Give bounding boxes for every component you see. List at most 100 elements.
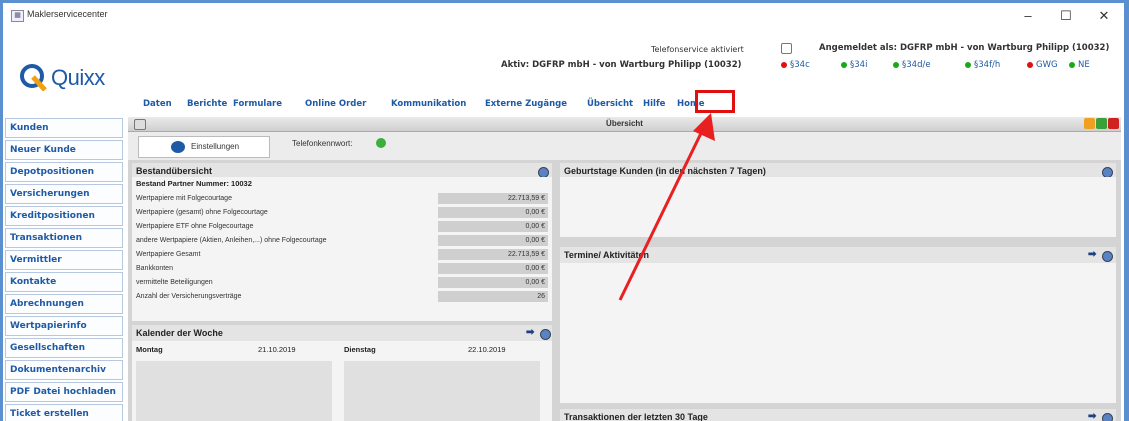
home-highlight-box <box>695 90 735 113</box>
kalender-date-monday: 21.10.2019 <box>258 345 296 354</box>
sidebar-item[interactable]: Wertpapierinfo <box>5 316 123 336</box>
bestand-row: vermittelte Beteiligungen 0,00 € <box>136 277 548 289</box>
bestand-row-label: Wertpapiere mit Folgecourtage <box>136 195 232 202</box>
sidebar-item[interactable]: Kunden <box>5 118 123 138</box>
kalender-column-monday <box>136 361 332 421</box>
bestand-row: Wertpapiere (gesamt) ohne Folgecourtage 0… <box>136 207 548 219</box>
main-title-bar: Übersicht <box>128 117 1121 132</box>
sidebar-item[interactable]: Ticket erstellen <box>5 404 123 421</box>
geburtstage-panel <box>560 177 1116 237</box>
main-title: Übersicht <box>606 119 643 128</box>
status-dot-icon <box>781 61 787 68</box>
bestand-row-value: 22.713,59 € <box>438 193 548 204</box>
menu-item[interactable]: Daten <box>143 99 172 109</box>
menu-item[interactable]: Übersicht <box>587 99 633 109</box>
status-dot-icon <box>1027 61 1033 68</box>
status-label: GWG <box>1036 60 1058 70</box>
bestand-row-label: vermittelte Beteiligungen <box>136 279 213 286</box>
kalender-column-tuesday <box>344 361 540 421</box>
menu-item[interactable]: Online Order <box>305 99 366 109</box>
sidebar-item[interactable]: Kreditpositionen <box>5 206 123 226</box>
sidebar-item[interactable]: Transaktionen <box>5 228 123 248</box>
sidebar-item[interactable]: Versicherungen <box>5 184 123 204</box>
bestand-row: Bankkonten 0,00 € <box>136 263 548 275</box>
menu-item[interactable]: Berichte <box>187 99 227 109</box>
settings-button[interactable]: Einstellungen <box>138 136 270 158</box>
app-window: ▦ Maklerservicecenter – ☐ ✕ Quixx Telefo… <box>3 3 1124 421</box>
bestand-row: Wertpapiere mit Folgecourtage 22.713,59 € <box>136 193 548 205</box>
sidebar-item[interactable]: Gesellschaften <box>5 338 123 358</box>
bestand-row-label: Wertpapiere (gesamt) ohne Folgecourtage <box>136 209 268 216</box>
bestand-row: Anzahl der Versicherungsverträge 26 <box>136 291 548 303</box>
telefonkennwort-label: Telefonkennwort: <box>292 139 353 148</box>
bestand-row: Wertpapiere ETF ohne Folgecourtage 0,00 € <box>136 221 548 233</box>
window-maximize-icon[interactable] <box>1096 118 1107 129</box>
status-label: §34d/e <box>902 60 931 70</box>
termine-help-icon[interactable] <box>1102 251 1113 262</box>
sidebar: Kunden Neuer Kunde Depotpositionen Versiche… <box>3 117 125 421</box>
kalender-forward-icon[interactable]: ➡ <box>526 327 534 338</box>
termine-forward-icon[interactable]: ➡ <box>1088 249 1096 260</box>
sidebar-item[interactable]: Depotpositionen <box>5 162 123 182</box>
status-item: §34i <box>841 60 867 70</box>
status-item: §34f/h <box>965 60 1000 70</box>
status-item: GWG <box>1027 60 1058 70</box>
main-content: Übersicht Einstellungen Telefonkennwort:… <box>128 117 1121 421</box>
bestand-row-value: 0,00 € <box>438 277 548 288</box>
kalender-title: Kalender der Woche <box>132 325 552 341</box>
bestand-row: andere Wertpapiere (Aktien, Anleihen,...… <box>136 235 548 247</box>
kalender-date-tuesday: 22.10.2019 <box>468 345 506 354</box>
status-label: NE <box>1078 60 1090 70</box>
help-green-icon[interactable] <box>376 138 386 148</box>
transaktionen-help-icon[interactable] <box>1102 413 1113 421</box>
bestand-row-label: Wertpapiere ETF ohne Folgecourtage <box>136 223 254 230</box>
menu-item[interactable]: Externe Zugänge <box>485 99 567 109</box>
menu-item[interactable]: Kommunikation <box>391 99 466 109</box>
bestand-row-label: Bankkonten <box>136 265 173 272</box>
menu-item[interactable]: Hilfe <box>643 99 665 109</box>
status-label: §34c <box>790 60 810 70</box>
kalender-day-monday: Montag <box>136 345 163 354</box>
logo-text: Quixx <box>51 65 105 90</box>
telefonservice-label: Telefonservice aktiviert <box>651 45 744 54</box>
bestand-row-value: 0,00 € <box>438 263 548 274</box>
menu-item[interactable]: Formulare <box>233 99 282 109</box>
status-dot-icon <box>841 61 847 68</box>
bestand-row-value: 22.713,59 € <box>438 249 548 260</box>
window-close-icon[interactable] <box>1108 118 1119 129</box>
transaktionen-forward-icon[interactable]: ➡ <box>1088 411 1096 421</box>
sidebar-item[interactable]: Vermittler <box>5 250 123 270</box>
bestand-row-value: 0,00 € <box>438 207 548 218</box>
logged-in-text: Angemeldet als: DGFRP mbH - von Wartburg… <box>819 43 1110 53</box>
window-title: Maklerservicecenter <box>27 9 108 19</box>
active-user-text: Aktiv: DGFRP mbH - von Wartburg Philipp … <box>501 60 742 70</box>
quixx-logo-icon <box>20 64 47 91</box>
close-button[interactable]: ✕ <box>1089 7 1119 25</box>
status-item: §34d/e <box>893 60 931 70</box>
status-dot-icon <box>965 61 971 68</box>
sidebar-item[interactable]: Dokumentenarchiv <box>5 360 123 380</box>
kalender-day-tuesday: Dienstag <box>344 345 376 354</box>
bestand-row-label: Anzahl der Versicherungsverträge <box>136 293 242 300</box>
title-bar: ▦ Maklerservicecenter – ☐ ✕ <box>3 3 1124 29</box>
telefonservice-checkbox[interactable] <box>781 43 792 54</box>
status-item: NE <box>1069 60 1090 70</box>
bestand-row-value: 0,00 € <box>438 221 548 232</box>
sidebar-item[interactable]: Neuer Kunde <box>5 140 123 160</box>
sidebar-item[interactable]: Abrechnungen <box>5 294 123 314</box>
sidebar-item[interactable]: PDF Datei hochladen <box>5 382 123 402</box>
bestand-row-value: 0,00 € <box>438 235 548 246</box>
status-label: §34f/h <box>974 60 1001 70</box>
kalender-panel: Kalender der Woche ➡ Montag 21.10.2019 D… <box>132 325 552 421</box>
termine-title: Termine/ Aktivitäten <box>560 247 1116 263</box>
window-minimize-icon[interactable] <box>1084 118 1095 129</box>
maximize-button[interactable]: ☐ <box>1051 7 1081 25</box>
bestand-partner: Bestand Partner Nummer: 10032 <box>136 179 252 188</box>
kalender-help-icon[interactable] <box>540 329 551 340</box>
sidebar-item[interactable]: Kontakte <box>5 272 123 292</box>
bestand-row-label: andere Wertpapiere (Aktien, Anleihen,...… <box>136 237 327 244</box>
settings-icon <box>171 141 185 153</box>
minimize-button[interactable]: – <box>1013 7 1043 25</box>
status-label: §34i <box>850 60 868 70</box>
bestand-row: Wertpapiere Gesamt 22.713,59 € <box>136 249 548 261</box>
